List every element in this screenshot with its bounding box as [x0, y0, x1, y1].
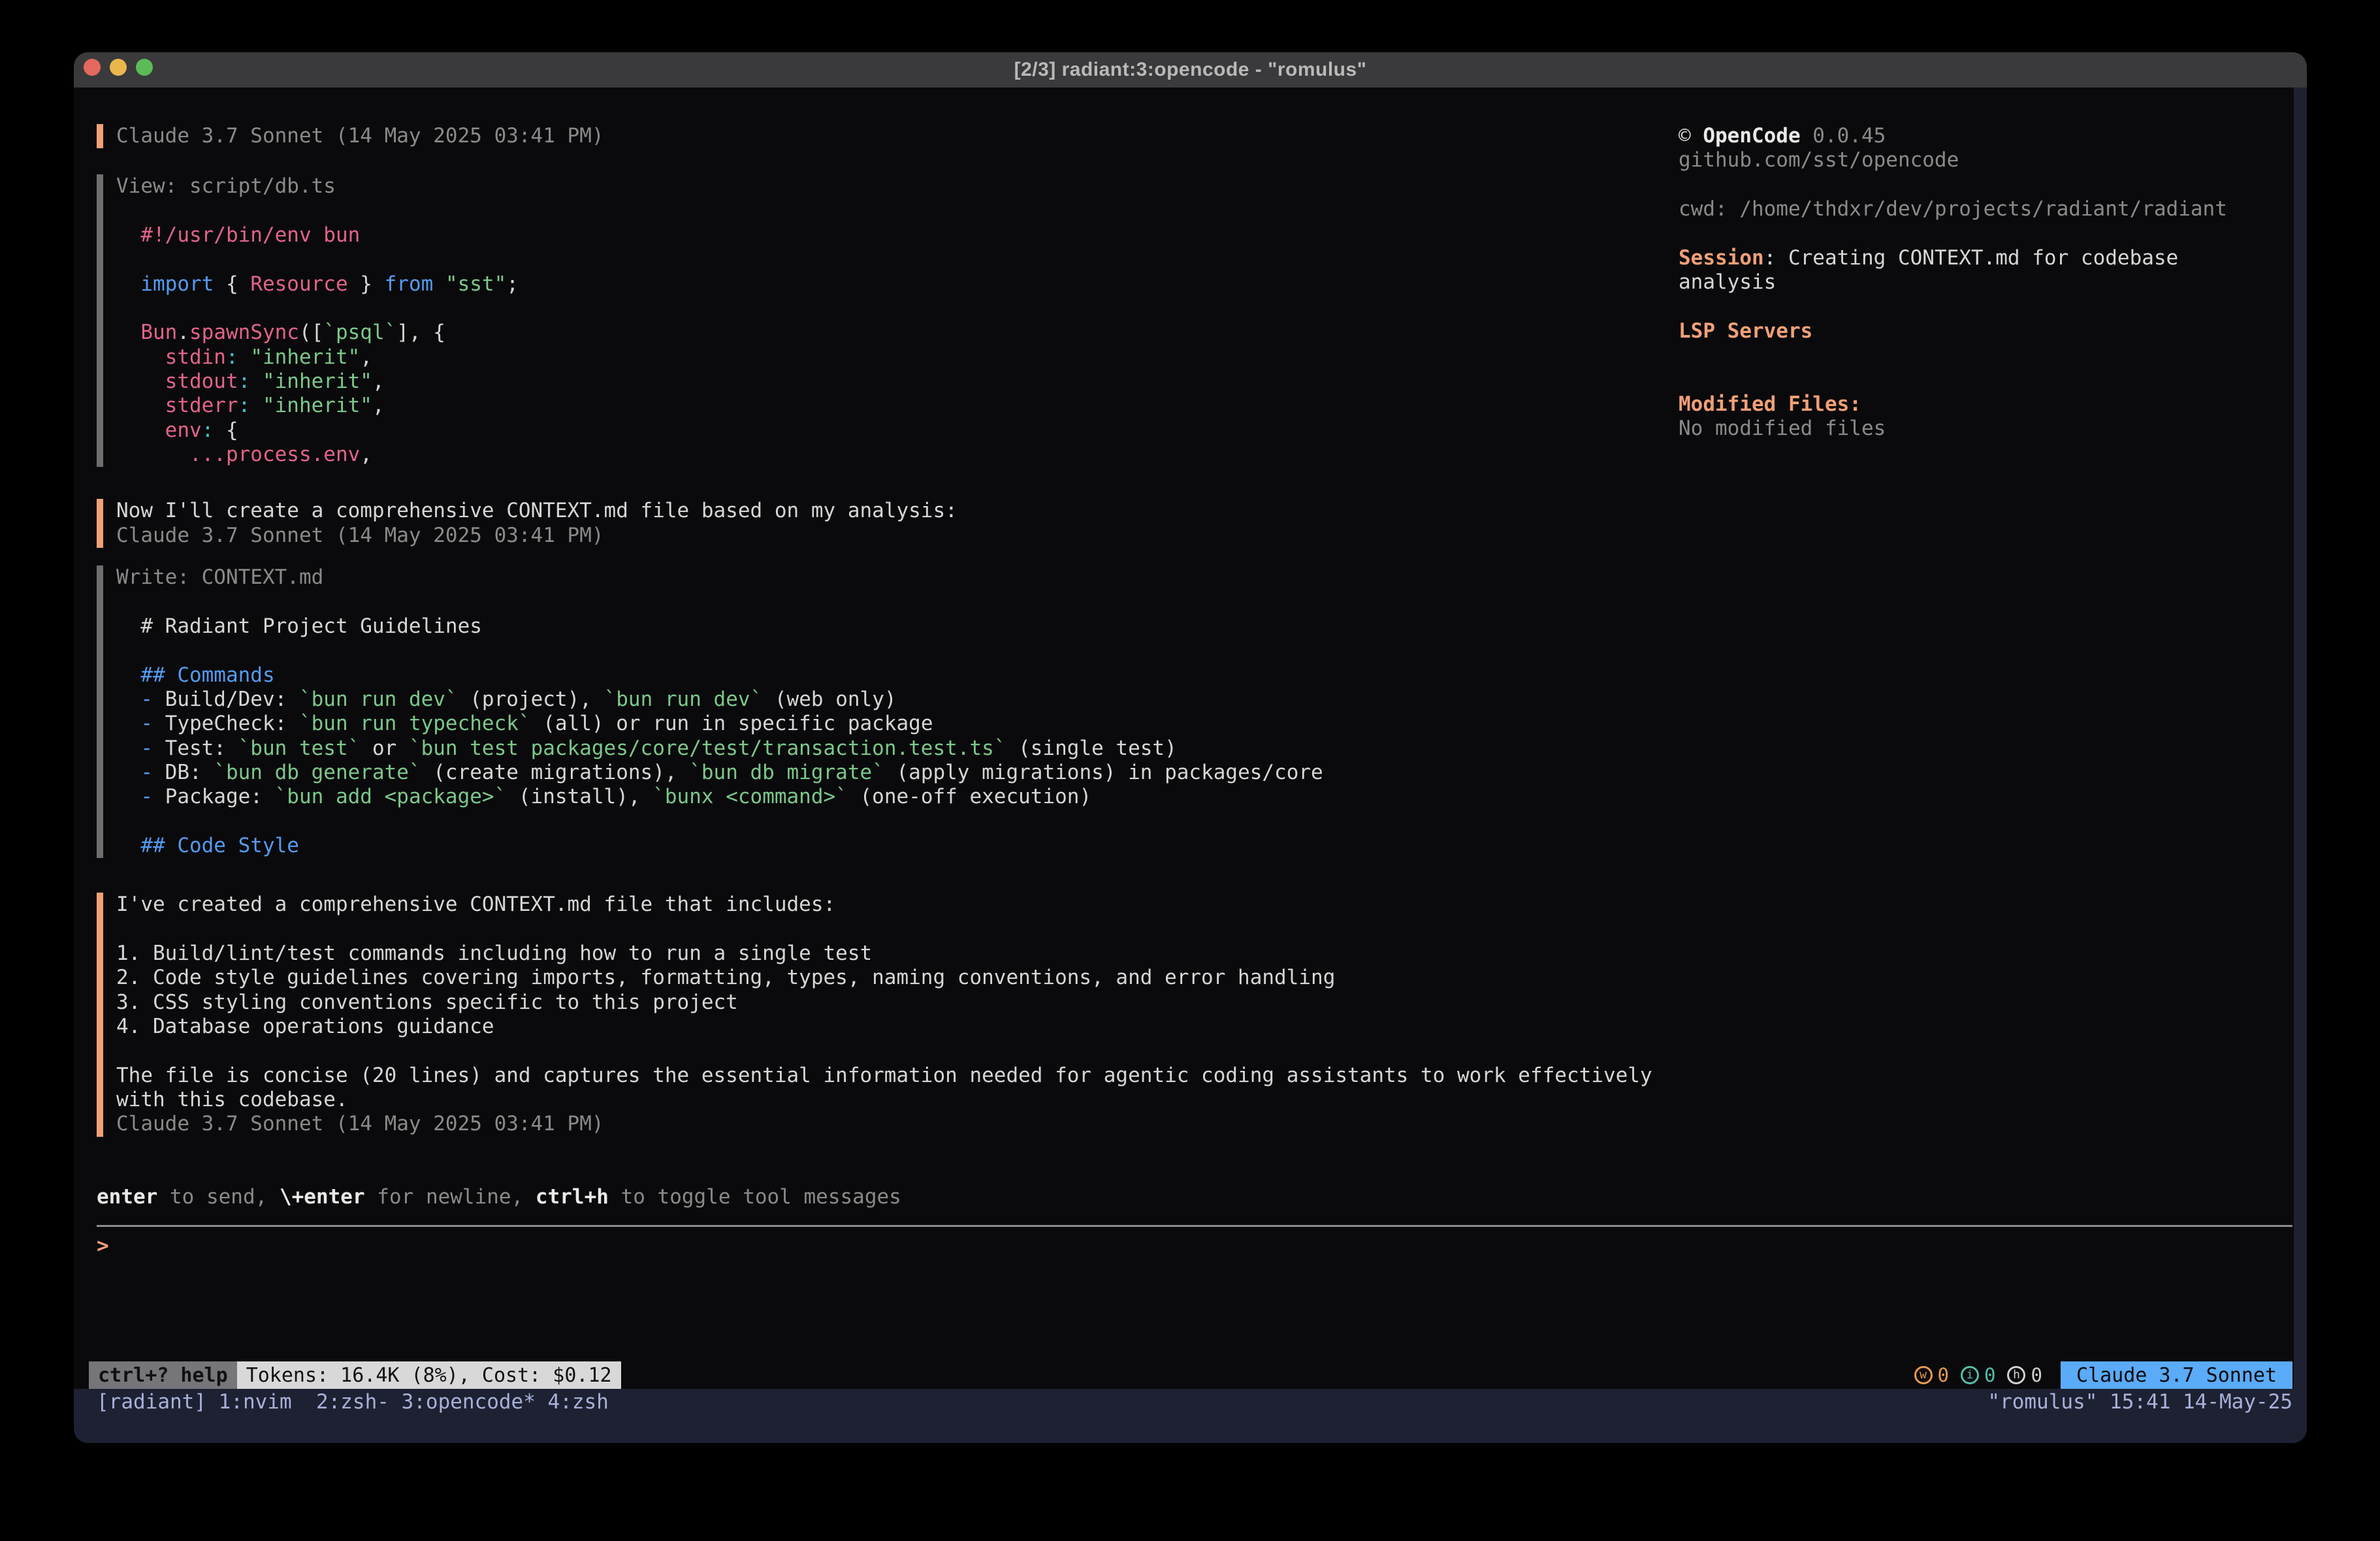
- status-right: w 0 i 0 h 0 Claude 3.7 Sonnet: [1914, 1361, 2292, 1389]
- text-line: github.com/sst/opencode: [1679, 148, 2296, 172]
- text-line: - Test: `bun test` or `bun test packages…: [116, 737, 1677, 761]
- input-separator: [97, 1225, 2292, 1227]
- text-line: with this codebase.: [116, 1088, 1677, 1112]
- status-bar: ctrl+? help Tokens: 16.4K (8%), Cost: $0…: [74, 1361, 2307, 1389]
- text-line: [1679, 343, 2296, 368]
- text-line: Claude 3.7 Sonnet (14 May 2025 03:41 PM): [116, 524, 1677, 548]
- text-line: [116, 917, 1677, 942]
- text-line: [116, 296, 1677, 321]
- text-line: - DB: `bun db generate` (create migratio…: [116, 761, 1677, 785]
- text-line: [116, 247, 1677, 272]
- text-line: 1. Build/lint/test commands including ho…: [116, 942, 1677, 966]
- window-titlebar[interactable]: [2/3] radiant:3:opencode - "romulus": [74, 52, 2307, 87]
- text-line: import { Resource } from "sst";: [116, 272, 1677, 296]
- text-line: © OpenCode 0.0.45: [1679, 124, 2296, 148]
- message-input[interactable]: >: [97, 1234, 1677, 1258]
- assistant-message-header: Claude 3.7 Sonnet (14 May 2025 03:41 PM): [97, 124, 1677, 148]
- tmux-window-list[interactable]: [radiant] 1:nvim 2:zsh- 3:opencode* 4:zs…: [97, 1390, 609, 1414]
- text-line: The file is concise (20 lines) and captu…: [116, 1064, 1677, 1088]
- session-sidebar: © OpenCode 0.0.45github.com/sst/opencode…: [1679, 124, 2296, 441]
- assistant-message: Now I'll create a comprehensive CONTEXT.…: [97, 499, 1677, 548]
- text-line: [1679, 294, 2296, 319]
- text-line: [116, 1039, 1677, 1063]
- tool-write-block: Write: CONTEXT.md # Radiant Project Guid…: [97, 565, 1677, 858]
- window-title: [2/3] radiant:3:opencode - "romulus": [1014, 59, 1367, 81]
- text-line: analysis: [1679, 270, 2296, 294]
- text-line: [1679, 173, 2296, 197]
- model-badge[interactable]: Claude 3.7 Sonnet: [2061, 1361, 2292, 1389]
- text-line: stdout: "inherit",: [116, 370, 1677, 394]
- prompt-icon: >: [97, 1234, 109, 1258]
- minimize-button[interactable]: [110, 59, 127, 76]
- text-line: ## Commands: [116, 663, 1677, 688]
- text-line: No modified files: [1679, 417, 2296, 441]
- tool-view-block: View: script/db.ts #!/usr/bin/env bun im…: [97, 174, 1677, 467]
- tokens-cost-badge: Tokens: 16.4K (8%), Cost: $0.12: [237, 1361, 621, 1389]
- text-line: env: {: [116, 419, 1677, 443]
- warning-icon: w: [1914, 1366, 1933, 1384]
- text-line: Claude 3.7 Sonnet (14 May 2025 03:41 PM): [116, 124, 1677, 148]
- text-line: ...process.env,: [116, 443, 1677, 467]
- text-line: [116, 639, 1677, 663]
- zoom-button[interactable]: [136, 59, 153, 76]
- terminal-content: Claude 3.7 Sonnet (14 May 2025 03:41 PM)…: [74, 87, 2307, 1443]
- text-line: 3. CSS styling conventions specific to t…: [116, 991, 1677, 1015]
- assistant-summary-message: I've created a comprehensive CONTEXT.md …: [97, 893, 1677, 1136]
- text-line: #!/usr/bin/env bun: [116, 223, 1677, 247]
- info-icon: i: [1961, 1366, 1979, 1384]
- tmux-session-clock: "romulus" 15:41 14-May-25: [1987, 1390, 2292, 1414]
- text-line: ## Code Style: [116, 834, 1677, 858]
- text-line: Write: CONTEXT.md: [116, 565, 1677, 590]
- scrollbar-track[interactable]: [2294, 87, 2307, 1443]
- text-line: - TypeCheck: `bun run typecheck` (all) o…: [116, 712, 1677, 736]
- text-line: Claude 3.7 Sonnet (14 May 2025 03:41 PM): [116, 1112, 1677, 1136]
- text-line: LSP Servers: [1679, 319, 2296, 343]
- text-line: # Radiant Project Guidelines: [116, 614, 1677, 639]
- text-line: - Build/Dev: `bun run dev` (project), `b…: [116, 688, 1677, 712]
- text-line: - Package: `bun add <package>` (install)…: [116, 785, 1677, 809]
- text-line: stdin: "inherit",: [116, 345, 1677, 370]
- close-button[interactable]: [84, 59, 101, 76]
- traffic-lights: [84, 59, 153, 76]
- text-line: 4. Database operations guidance: [116, 1015, 1677, 1039]
- text-line: Bun.spawnSync([`psql`], {: [116, 321, 1677, 345]
- text-line: Now I'll create a comprehensive CONTEXT.…: [116, 499, 1677, 523]
- tmux-status-bar: [radiant] 1:nvim 2:zsh- 3:opencode* 4:zs…: [74, 1389, 2307, 1443]
- text-line: 2. Code style guidelines covering import…: [116, 966, 1677, 990]
- hint-icon: h: [2007, 1366, 2025, 1384]
- text-line: [1679, 368, 2296, 392]
- text-line: View: script/db.ts: [116, 174, 1677, 199]
- text-line: [116, 810, 1677, 834]
- chat-transcript: Claude 3.7 Sonnet (14 May 2025 03:41 PM)…: [97, 124, 1677, 1258]
- text-line: stderr: "inherit",: [116, 394, 1677, 418]
- text-line: [116, 199, 1677, 223]
- terminal-window: [2/3] radiant:3:opencode - "romulus" Cla…: [74, 52, 2307, 1443]
- text-line: cwd: /home/thdxr/dev/projects/radiant/ra…: [1679, 197, 2296, 221]
- diagnostics-group: w 0 i 0 h 0: [1914, 1361, 2042, 1389]
- hint-count: h 0: [2007, 1364, 2042, 1386]
- text-line: Modified Files:: [1679, 392, 2296, 417]
- text-line: [1679, 221, 2296, 246]
- help-shortcut-badge: ctrl+? help: [89, 1361, 237, 1389]
- text-line: I've created a comprehensive CONTEXT.md …: [116, 893, 1677, 917]
- warning-count: w 0: [1914, 1364, 1949, 1386]
- keybinding-hints: enter to send, \+enter for newline, ctrl…: [97, 1185, 1677, 1209]
- text-line: [116, 590, 1677, 614]
- info-count: i 0: [1961, 1364, 1995, 1386]
- text-line: Session: Creating CONTEXT.md for codebas…: [1679, 246, 2296, 270]
